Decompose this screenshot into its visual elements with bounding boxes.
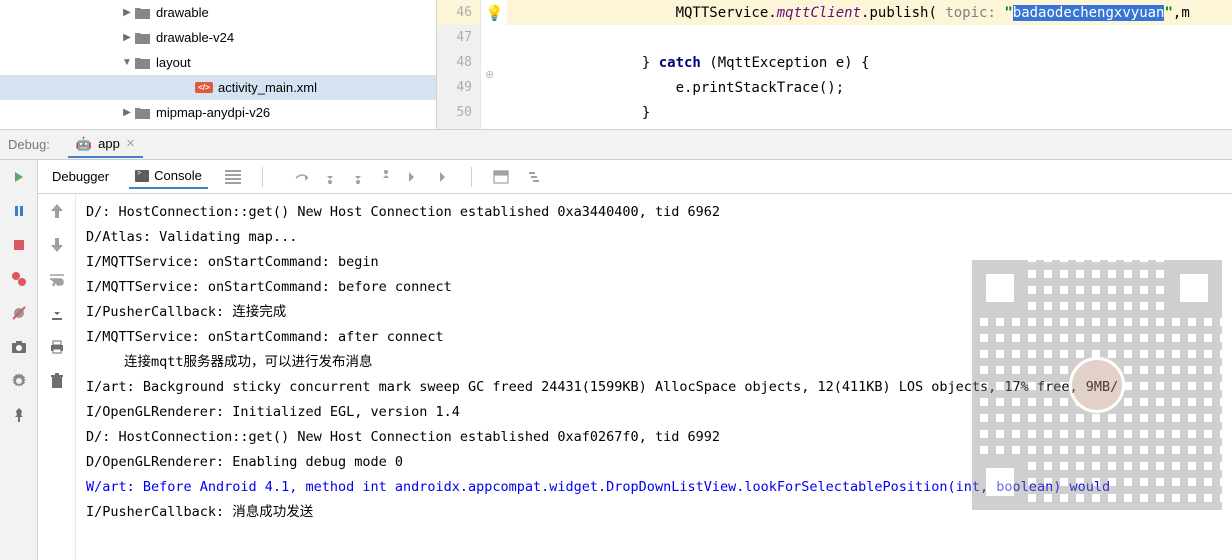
pin-button[interactable] (8, 404, 30, 426)
tree-item-label: activity_main.xml (218, 80, 317, 95)
line-number[interactable]: 48 (437, 50, 480, 75)
xml-file-icon: </> (196, 81, 212, 95)
log-line: D/Atlas: Validating map... (86, 225, 1222, 250)
line-number[interactable]: 50 (437, 100, 480, 125)
log-line: I/MQTTService: onStartCommand: before co… (86, 275, 1222, 300)
scroll-to-end-button[interactable] (46, 302, 68, 324)
tree-item-label: drawable-v24 (156, 30, 234, 45)
evaluate-expression-button[interactable] (490, 166, 512, 188)
terminal-icon (135, 170, 149, 182)
drop-frame-button[interactable] (403, 166, 425, 188)
code-editor[interactable]: MQTTService.mqttClient.publish( topic: "… (507, 0, 1232, 129)
debug-title: Debug: (8, 137, 50, 152)
project-tree[interactable]: ▶ drawable ▶ drawable-v24 ▼ layout </> a… (0, 0, 436, 129)
code-line: MQTTService.mqttClient.publish( topic: "… (507, 0, 1232, 25)
log-line: W/art: Before Android 4.1, method int an… (86, 475, 1222, 500)
soft-wrap-button[interactable] (46, 268, 68, 290)
line-number[interactable]: 47 (437, 25, 480, 50)
console-action-toolbar (38, 194, 76, 560)
code-line: } (507, 100, 1232, 125)
code-line (507, 25, 1232, 50)
run-to-cursor-button[interactable] (431, 166, 453, 188)
code-line: } catch (MqttException e) { (507, 50, 1232, 75)
tree-item-label: layout (156, 55, 191, 70)
force-step-into-button[interactable] (347, 166, 369, 188)
tree-item-label: drawable (156, 5, 209, 20)
log-line: D/OpenGLRenderer: Enabling debug mode 0 (86, 450, 1222, 475)
debug-tool-window-tabs: Debug: 🤖 app ✕ (0, 130, 1232, 160)
expand-arrow-icon[interactable]: ▶ (120, 7, 134, 18)
log-line: I/MQTTService: onStartCommand: after con… (86, 325, 1222, 350)
step-out-button[interactable] (375, 166, 397, 188)
editor-gutter: 46 47 48 49 50 (436, 0, 481, 129)
camera-button[interactable] (8, 336, 30, 358)
log-line: 连接mqtt服务器成功，可以进行发布消息 (86, 350, 1222, 375)
log-line: I/OpenGLRenderer: Initialized EGL, versi… (86, 400, 1222, 425)
fold-icon[interactable]: ⊕ (485, 68, 494, 81)
tree-item-layout[interactable]: ▼ layout (0, 50, 436, 75)
step-into-button[interactable] (319, 166, 341, 188)
folder-icon (134, 31, 150, 45)
debug-action-toolbar (0, 160, 38, 560)
clear-all-button[interactable] (46, 370, 68, 392)
lightbulb-icon[interactable]: 💡 (485, 4, 504, 22)
show-execution-point-button[interactable] (222, 166, 244, 188)
tab-console[interactable]: Console (129, 164, 208, 189)
up-stack-button[interactable] (46, 200, 68, 222)
debug-tab-app[interactable]: 🤖 app ✕ (68, 132, 143, 158)
settings-button[interactable] (8, 370, 30, 392)
tree-item-drawable-v24[interactable]: ▶ drawable-v24 (0, 25, 436, 50)
log-line: I/PusherCallback: 连接完成 (86, 300, 1222, 325)
code-line: e.printStackTrace(); (507, 75, 1232, 100)
trace-button[interactable] (526, 166, 548, 188)
pause-button[interactable] (8, 200, 30, 222)
editor-gutter-icons: 💡 ⊕ (481, 0, 507, 129)
rerun-button[interactable] (8, 166, 30, 188)
collapse-arrow-icon[interactable]: ▼ (120, 57, 134, 68)
folder-icon (134, 6, 150, 20)
line-number[interactable]: 49 (437, 75, 480, 100)
stop-button[interactable] (8, 234, 30, 256)
selected-text: badaodechengxvyuan (1013, 5, 1165, 21)
tree-item-label: mipmap-anydpi-v26 (156, 105, 270, 120)
close-icon[interactable]: ✕ (126, 137, 135, 150)
folder-icon (134, 56, 150, 70)
mute-breakpoints-button[interactable] (8, 302, 30, 324)
step-over-button[interactable] (291, 166, 313, 188)
tree-item-activity-main[interactable]: </> activity_main.xml (0, 75, 436, 100)
tree-item-mipmap[interactable]: ▶ mipmap-anydpi-v26 (0, 100, 436, 125)
android-icon: 🤖 (76, 136, 92, 152)
line-number[interactable]: 46 (437, 0, 480, 25)
tab-debugger[interactable]: Debugger (46, 165, 115, 188)
debug-tab-label: app (98, 136, 120, 151)
folder-icon (134, 106, 150, 120)
print-button[interactable] (46, 336, 68, 358)
log-line: D/: HostConnection::get() New Host Conne… (86, 200, 1222, 225)
view-breakpoints-button[interactable] (8, 268, 30, 290)
log-line: I/PusherCallback: 消息成功发送 (86, 500, 1222, 525)
tree-item-drawable[interactable]: ▶ drawable (0, 0, 436, 25)
down-stack-button[interactable] (46, 234, 68, 256)
log-line: I/MQTTService: onStartCommand: begin (86, 250, 1222, 275)
expand-arrow-icon[interactable]: ▶ (120, 107, 134, 118)
expand-arrow-icon[interactable]: ▶ (120, 32, 134, 43)
debug-inner-tabs: Debugger Console (38, 160, 1232, 194)
console-output[interactable]: D/: HostConnection::get() New Host Conne… (76, 194, 1232, 560)
log-line: I/art: Background sticky concurrent mark… (86, 375, 1222, 400)
log-line: D/: HostConnection::get() New Host Conne… (86, 425, 1222, 450)
